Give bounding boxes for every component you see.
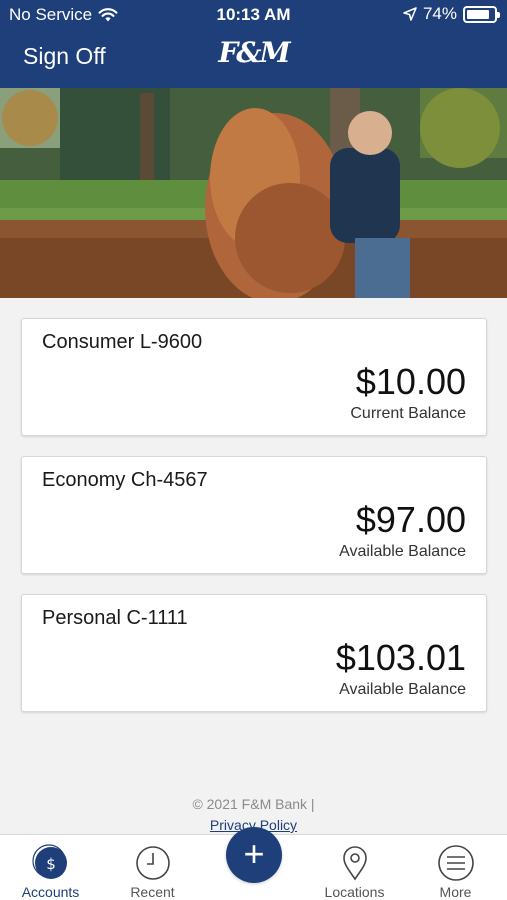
battery-icon xyxy=(463,5,500,23)
balance-label: Current Balance xyxy=(350,405,466,422)
tab-locations[interactable]: Locations xyxy=(304,835,405,900)
account-name: Personal C-1111 xyxy=(42,607,188,629)
account-balance: $10.00 xyxy=(355,361,466,402)
account-balance: $97.00 xyxy=(355,499,466,540)
account-card[interactable]: Consumer L-9600 $10.00 Current Balance xyxy=(21,318,487,436)
tab-label: Locations xyxy=(324,884,385,900)
balance-label: Available Balance xyxy=(339,543,466,560)
account-balance: $103.01 xyxy=(335,637,466,678)
tab-more[interactable]: More xyxy=(405,835,506,900)
hero-image xyxy=(0,88,507,298)
svg-text:$: $ xyxy=(46,855,56,873)
balance-label: Available Balance xyxy=(339,681,466,698)
tab-accounts[interactable]: $ Accounts xyxy=(0,835,101,900)
add-button[interactable]: + xyxy=(226,827,282,883)
tab-recent[interactable]: Recent xyxy=(102,835,203,900)
account-name: Consumer L-9600 xyxy=(42,331,203,353)
copyright-text: © 2021 F&M Bank | xyxy=(192,796,315,812)
battery-text: 74% xyxy=(422,4,457,23)
status-bar: No Service 10:13 AM 74% xyxy=(0,0,507,30)
tab-label: Accounts xyxy=(21,884,80,900)
account-card[interactable]: Economy Ch-4567 $97.00 Available Balance xyxy=(21,456,487,574)
dollar-circle-icon: $ xyxy=(31,844,67,879)
account-name: Economy Ch-4567 xyxy=(42,469,208,491)
accounts-list: Consumer L-9600 $10.00 Current Balance E… xyxy=(21,318,487,732)
hero-photo xyxy=(0,88,507,298)
battery-fill xyxy=(467,9,489,19)
location-arrow-icon xyxy=(403,7,417,21)
app-header: Sign Off F&M xyxy=(0,30,507,88)
top-bar: No Service 10:13 AM 74% Sign Off F&M xyxy=(0,0,507,88)
bank-logo: F&M xyxy=(218,36,290,69)
tab-label: Recent xyxy=(130,884,175,900)
menu-icon xyxy=(437,845,474,881)
status-right: 74% xyxy=(403,4,500,24)
account-card[interactable]: Personal C-1111 $103.01 Available Balanc… xyxy=(21,594,487,712)
map-pin-icon xyxy=(342,846,367,881)
tab-label: More xyxy=(439,884,472,900)
clock-icon xyxy=(135,846,170,880)
